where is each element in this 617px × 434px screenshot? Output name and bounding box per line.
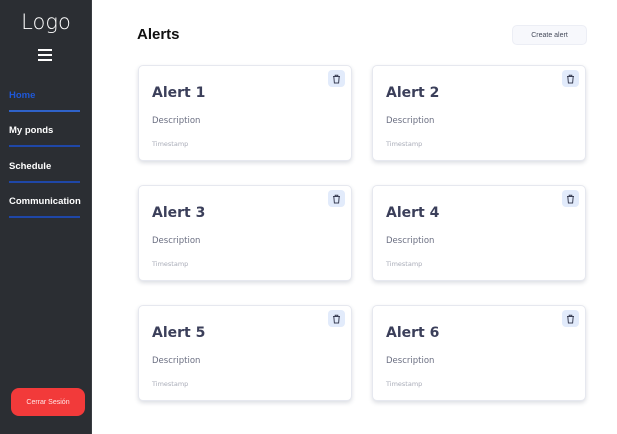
sidebar-item-home[interactable]: Home [9,90,80,112]
alert-description: Description [386,116,435,126]
alert-card[interactable]: Alert 4 Description Timestamp [372,185,586,281]
alert-card[interactable]: Alert 2 Description Timestamp [372,65,586,161]
trash-icon [567,314,574,323]
divider [9,145,80,147]
trash-icon [567,194,574,203]
alert-description: Description [152,116,201,126]
alert-card[interactable]: Alert 3 Description Timestamp [138,185,352,281]
trash-icon [333,314,340,323]
trash-icon [333,74,340,83]
delete-alert-button[interactable] [328,70,345,87]
alert-description: Description [386,236,435,246]
alert-title: Alert 6 [386,325,440,341]
alert-timestamp: Timestamp [152,140,189,148]
sidebar-item-communication[interactable]: Communication [9,196,81,218]
sidebar-item-schedule[interactable]: Schedule [9,161,80,183]
alert-card[interactable]: Alert 6 Description Timestamp [372,305,586,401]
create-alert-button[interactable]: Create alert [512,25,587,45]
logout-button[interactable]: Cerrar Sesión [11,388,85,416]
sidebar: Logo Home My ponds Schedule Communicatio… [0,0,92,434]
logo: Logo [21,10,71,34]
alert-description: Description [152,356,201,366]
alert-description: Description [152,236,201,246]
alert-title: Alert 4 [386,205,440,221]
divider [9,181,80,183]
alert-timestamp: Timestamp [386,140,423,148]
divider [9,216,80,218]
alert-description: Description [386,356,435,366]
delete-alert-button[interactable] [562,70,579,87]
delete-alert-button[interactable] [562,190,579,207]
alert-title: Alert 3 [152,205,206,221]
nav-label: My ponds [9,125,54,136]
page-title: Alerts [137,26,180,43]
alert-title: Alert 5 [152,325,206,341]
alert-card[interactable]: Alert 5 Description Timestamp [138,305,352,401]
alert-timestamp: Timestamp [152,260,189,268]
alert-card[interactable]: Alert 1 Description Timestamp [138,65,352,161]
sidebar-item-my-ponds[interactable]: My ponds [9,125,80,147]
delete-alert-button[interactable] [328,190,345,207]
delete-alert-button[interactable] [562,310,579,327]
alert-timestamp: Timestamp [386,260,423,268]
hamburger-menu-icon[interactable] [38,49,52,64]
trash-icon [333,194,340,203]
trash-icon [567,74,574,83]
nav-label: Schedule [9,161,52,172]
nav-label: Communication [9,196,81,207]
nav-label: Home [9,90,36,101]
divider [9,110,80,112]
delete-alert-button[interactable] [328,310,345,327]
alert-title: Alert 2 [386,85,440,101]
alert-timestamp: Timestamp [152,380,189,388]
alert-timestamp: Timestamp [386,380,423,388]
alert-title: Alert 1 [152,85,206,101]
